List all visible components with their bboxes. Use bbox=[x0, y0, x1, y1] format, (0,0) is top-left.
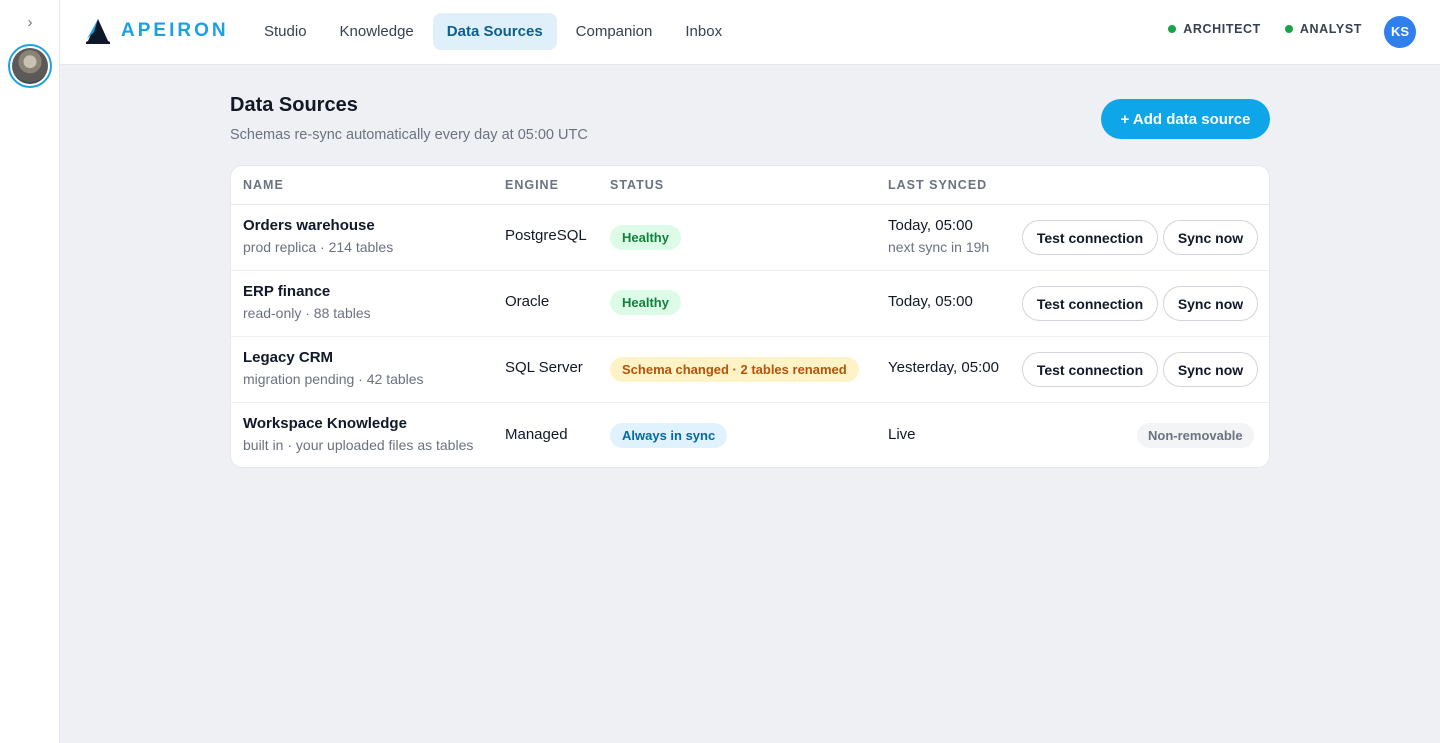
role-label: ARCHITECT bbox=[1183, 22, 1261, 36]
next-sync: next sync in 19h bbox=[888, 239, 990, 255]
brand-logo[interactable]: APEIRON bbox=[84, 17, 229, 45]
sync-now-button[interactable]: Sync now bbox=[1163, 352, 1258, 387]
source-engine: SQL Server bbox=[505, 359, 583, 376]
last-synced: Live bbox=[888, 426, 916, 443]
column-header-name: NAME bbox=[243, 178, 284, 192]
table-row: ERP finance read-only · 88 tables Oracle… bbox=[231, 271, 1269, 337]
left-rail: › bbox=[0, 0, 60, 743]
role-indicators: ARCHITECT ANALYST bbox=[1144, 22, 1362, 36]
role-label: ANALYST bbox=[1299, 22, 1362, 36]
source-detail: read-only · 88 tables bbox=[243, 305, 371, 321]
source-engine: PostgreSQL bbox=[505, 227, 587, 244]
column-header-engine: ENGINE bbox=[505, 178, 559, 192]
last-synced: Today, 05:00 bbox=[888, 293, 973, 310]
status-dot-icon bbox=[1168, 25, 1177, 33]
user-avatar[interactable]: KS bbox=[1384, 16, 1416, 48]
nav-studio[interactable]: Studio bbox=[250, 13, 321, 50]
column-header-status: STATUS bbox=[610, 178, 665, 192]
source-engine: Managed bbox=[505, 426, 568, 443]
source-name: Orders warehouse bbox=[243, 217, 375, 234]
status-badge: Schema changed · 2 tables renamed bbox=[610, 357, 859, 382]
status-badge: Healthy bbox=[610, 225, 681, 250]
top-bar: APEIRON Studio Knowledge Data Sources Co… bbox=[60, 0, 1440, 65]
brand-name: APEIRON bbox=[121, 20, 229, 41]
status-dot-icon bbox=[1284, 25, 1293, 33]
nav-knowledge[interactable]: Knowledge bbox=[326, 13, 428, 50]
table-row: Orders warehouse prod replica · 214 tabl… bbox=[231, 205, 1269, 271]
last-synced: Yesterday, 05:00 bbox=[888, 359, 999, 376]
nav-inbox[interactable]: Inbox bbox=[671, 13, 736, 50]
source-name: Legacy CRM bbox=[243, 349, 334, 366]
page-title: Data Sources bbox=[230, 94, 358, 116]
table-row: Legacy CRM migration pending · 42 tables… bbox=[231, 337, 1269, 403]
source-detail: prod replica · 214 tables bbox=[243, 239, 394, 255]
table-row: Workspace Knowledge built in · your uplo… bbox=[231, 403, 1269, 467]
expand-sidebar-icon[interactable]: › bbox=[0, 14, 60, 31]
status-badge: Healthy bbox=[610, 290, 681, 315]
source-engine: Oracle bbox=[505, 293, 550, 310]
last-synced: Today, 05:00 bbox=[888, 217, 973, 234]
test-connection-button[interactable]: Test connection bbox=[1022, 352, 1158, 387]
sync-now-button[interactable]: Sync now bbox=[1163, 220, 1258, 255]
role-architect: ARCHITECT bbox=[1168, 22, 1261, 36]
workspace-avatar[interactable] bbox=[8, 44, 52, 88]
source-detail: migration pending · 42 tables bbox=[243, 371, 424, 387]
nav-companion[interactable]: Companion bbox=[562, 13, 667, 50]
test-connection-button[interactable]: Test connection bbox=[1022, 220, 1158, 255]
source-detail: built in · your uploaded files as tables bbox=[243, 437, 474, 453]
column-header-last-synced: LAST SYNCED bbox=[888, 178, 988, 192]
status-badge: Always in sync bbox=[610, 423, 728, 448]
workspace-avatar-image bbox=[12, 48, 48, 84]
role-analyst: ANALYST bbox=[1284, 22, 1362, 36]
apeiron-logo-icon bbox=[86, 19, 110, 44]
data-sources-table: NAME ENGINE STATUS LAST SYNCED Orders wa… bbox=[230, 165, 1270, 468]
source-name: Workspace Knowledge bbox=[243, 415, 407, 432]
non-removable-tag: Non-removable bbox=[1137, 423, 1254, 448]
add-data-source-button[interactable]: + Add data source bbox=[1101, 99, 1270, 139]
sync-now-button[interactable]: Sync now bbox=[1163, 286, 1258, 321]
table-header: NAME ENGINE STATUS LAST SYNCED bbox=[231, 166, 1269, 205]
source-name: ERP finance bbox=[243, 283, 331, 300]
main-nav: Studio Knowledge Data Sources Companion … bbox=[250, 13, 741, 50]
nav-data-sources[interactable]: Data Sources bbox=[432, 13, 557, 50]
page-subtitle: Schemas re-sync automatically every day … bbox=[230, 127, 588, 143]
test-connection-button[interactable]: Test connection bbox=[1022, 286, 1158, 321]
